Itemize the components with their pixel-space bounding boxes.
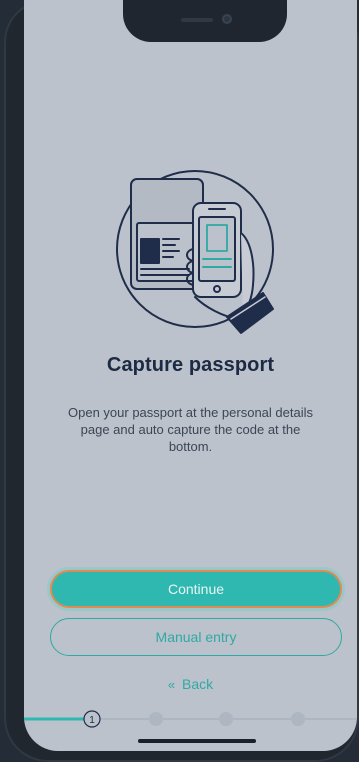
- step-progress-indicator: 1: [24, 710, 357, 728]
- passport-capture-illustration: [116, 170, 274, 334]
- manual-entry-button[interactable]: Manual entry: [50, 618, 342, 656]
- double-chevron-left-icon: «: [167, 677, 176, 692]
- speaker-grille: [181, 18, 213, 22]
- continue-button[interactable]: Continue: [50, 570, 342, 608]
- home-indicator: [138, 739, 256, 743]
- back-link[interactable]: « Back: [24, 676, 357, 692]
- manual-entry-button-label: Manual entry: [155, 629, 237, 645]
- progress-step-2: [149, 712, 163, 726]
- continue-button-label: Continue: [167, 581, 225, 597]
- progress-step-3: [219, 712, 233, 726]
- instruction-text: Open your passport at the personal detai…: [68, 405, 313, 454]
- front-camera-icon: [222, 14, 232, 24]
- progress-step-1-label: 1: [89, 715, 95, 726]
- back-link-label: Back: [182, 676, 214, 692]
- progress-step-4: [291, 712, 305, 726]
- phone-notch: [123, 0, 287, 42]
- app-screen: Capture passport Open your passport at t…: [24, 0, 357, 751]
- page-title: Capture passport: [106, 354, 275, 376]
- phone-frame: Capture passport Open your passport at t…: [4, 0, 359, 762]
